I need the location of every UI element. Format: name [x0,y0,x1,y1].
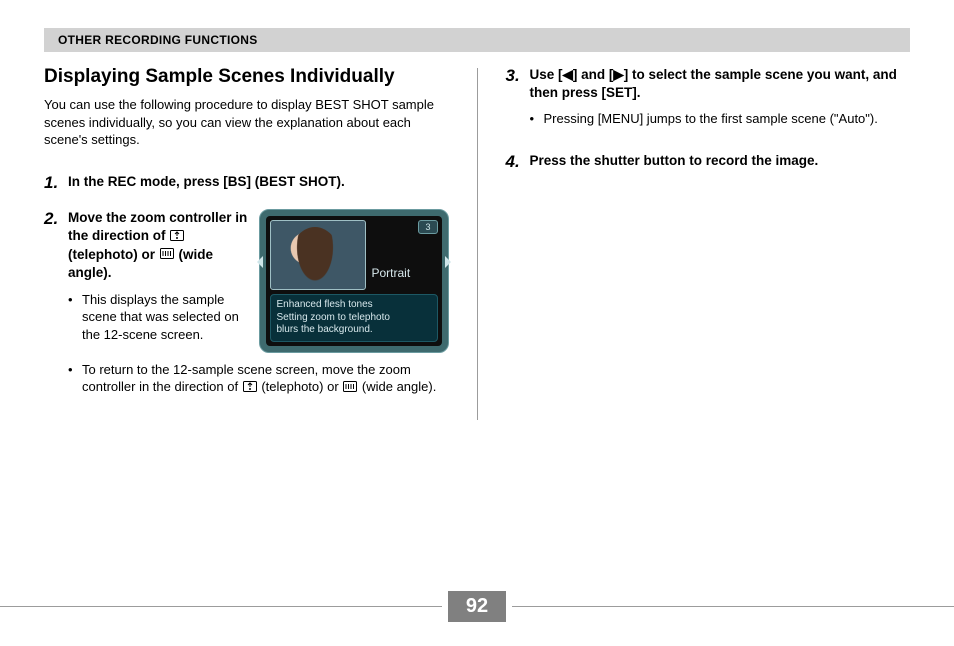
content-columns: Displaying Sample Scenes Individually Yo… [44,66,910,420]
prev-arrow-icon [257,256,263,268]
sample-scene-preview: 3 Portrait Enhanced flesh tones Setting … [259,209,449,353]
step-1: 1. In the REC mode, press [BS] (BEST SHO… [44,173,449,193]
step-title: Press the shutter button to record the i… [530,152,911,170]
wide-angle-icon [160,246,174,264]
bullet-icon: • [68,291,82,344]
scene-caption: Enhanced flesh tones Setting zoom to tel… [270,294,438,342]
manual-page: OTHER RECORDING FUNCTIONS Displaying Sam… [0,0,954,646]
scene-index-badge: 3 [418,220,437,234]
step-3-sublist: • Pressing [MENU] jumps to the first sam… [530,110,911,128]
page-title: Displaying Sample Scenes Individually [44,66,449,88]
next-arrow-icon [445,256,451,268]
step-title: Move the zoom controller in the directio… [68,209,249,283]
step-number: 2. [44,209,68,404]
right-column: 3. Use [◀] and [▶] to select the sample … [506,66,911,420]
page-footer: 92 [0,591,954,622]
telephoto-icon [170,228,184,246]
left-column: Displaying Sample Scenes Individually Yo… [44,66,449,420]
list-item: • Pressing [MENU] jumps to the first sam… [530,110,911,128]
steps-right: 3. Use [◀] and [▶] to select the sample … [506,66,911,172]
list-item: • This displays the sample scene that wa… [68,291,249,344]
step-title: Use [◀] and [▶] to select the sample sce… [530,66,911,102]
section-header: OTHER RECORDING FUNCTIONS [44,28,910,52]
step-2: 2. Move the zoom controller in the direc… [44,209,449,404]
list-item: • To return to the 12-sample scene scree… [68,361,449,397]
telephoto-icon [243,379,257,397]
step-2-sublist-2: • To return to the 12-sample scene scree… [68,361,449,397]
preview-frame: 3 Portrait Enhanced flesh tones Setting … [259,209,449,353]
step-number: 1. [44,173,68,193]
footer-rule [512,606,954,607]
preview-screen: 3 Portrait Enhanced flesh tones Setting … [266,216,442,346]
wide-angle-icon [343,379,357,397]
step-2-sublist: • This displays the sample scene that wa… [68,291,249,344]
bullet-icon: • [530,110,544,128]
intro-paragraph: You can use the following procedure to d… [44,96,449,149]
steps-left: 1. In the REC mode, press [BS] (BEST SHO… [44,173,449,405]
step-title: In the REC mode, press [BS] (BEST SHOT). [68,173,449,191]
section-header-text: OTHER RECORDING FUNCTIONS [58,33,258,47]
step-3: 3. Use [◀] and [▶] to select the sample … [506,66,911,136]
step-number: 4. [506,152,530,172]
page-number-badge: 92 [448,591,506,622]
step-number: 3. [506,66,530,136]
portrait-photo [270,220,366,290]
column-divider [477,68,478,420]
bullet-icon: • [68,361,82,397]
footer-rule [0,606,442,607]
step-4: 4. Press the shutter button to record th… [506,152,911,172]
scene-name-label: Portrait [370,266,438,290]
